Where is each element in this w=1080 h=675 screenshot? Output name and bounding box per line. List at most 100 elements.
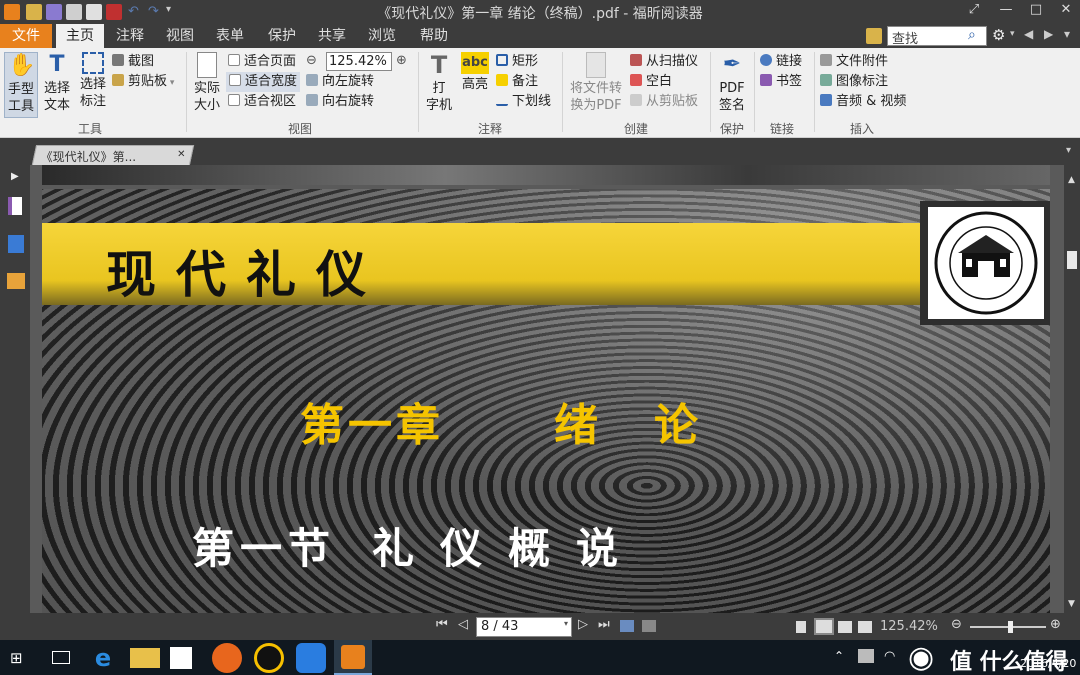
tab-protect[interactable]: 保护 [260,24,304,48]
zoom-out-icon[interactable]: ⊖ [306,53,317,68]
fit-page-icon [228,54,240,66]
page-number-input[interactable]: 8 / 43 ▾ [476,617,572,637]
close-button[interactable]: ✕ [1052,2,1080,17]
convert-to-pdf-button[interactable]: 将文件转 换为PDF [566,52,626,114]
vertical-scrollbar[interactable]: ▲ ▼ [1064,165,1080,613]
store-icon[interactable] [170,647,192,669]
document-viewport[interactable]: 现代礼仪 第一章 绪论 第一节 礼仪概说 [30,165,1064,613]
rectangle-button[interactable]: 矩形 [496,52,538,72]
tab-view[interactable]: 视图 [158,24,202,48]
fit-visible-button[interactable]: 适合视区 [228,92,296,112]
continuous-facing-icon[interactable] [858,621,872,633]
image-annotation-button[interactable]: 图像标注 [820,72,888,92]
convert-label-1: 将文件转 [569,81,622,96]
menu-file[interactable]: 文件 [0,24,52,48]
tab-close-icon[interactable]: ✕ [177,149,185,160]
blank-button[interactable]: 空白 [630,72,672,92]
tab-help[interactable]: 帮助 [412,24,456,48]
select-annotation-button[interactable]: 选择 标注 [76,52,110,110]
rotate-right-icon [306,94,318,106]
scroll-up-icon[interactable]: ▲ [1068,175,1075,185]
typewriter-button[interactable]: T 打 字机 [422,52,456,114]
tray-expand-icon[interactable]: ⌃ [834,649,844,663]
pdf-sign-button[interactable]: ✒ PDF 签名 [714,52,750,114]
chapter-title: 绪论 [554,400,754,451]
select-annotation-icon [82,52,104,74]
select-text-button[interactable]: T 选择 文本 [40,52,74,114]
zoom-combo[interactable]: 125.42% ▾ [326,52,392,82]
fit-width-button[interactable]: 适合宽度 [226,72,301,92]
tab-home[interactable]: 主页 [56,24,104,48]
document-tab[interactable]: 《现代礼仪》第... ✕ [31,145,195,165]
pages-panel-icon[interactable] [8,235,24,253]
pdf-sign-label-1: PDF [719,81,745,96]
rotate-right-button[interactable]: 向右旋转 [306,92,374,112]
gear-dropdown-icon[interactable]: ▾ [1010,29,1015,39]
comments-panel-icon[interactable] [7,273,25,289]
restore-ribbon-icon[interactable]: ⤢ [960,2,988,17]
ribbon-separator [186,52,187,132]
tab-list-icon[interactable]: ▾ [1066,145,1071,156]
edge-browser-icon[interactable]: e [88,643,118,673]
from-clipboard-button[interactable]: 从剪贴板 [630,92,698,112]
search-icon[interactable]: ⌕ [968,27,976,43]
clipboard-button[interactable]: 剪贴板 ▾ [112,72,174,92]
link-button[interactable]: 链接 [760,52,802,72]
underline-button[interactable]: 下划线 [496,92,551,112]
file-attachment-button[interactable]: 文件附件 [820,52,888,72]
tab-share[interactable]: 共享 [310,24,354,48]
zoom-slider-thumb[interactable] [1008,621,1013,633]
highlight-button[interactable]: abc 高亮 [458,52,492,93]
ribbon-next-icon[interactable]: ▶ [1044,27,1053,41]
snapshot-button[interactable]: 截图 [112,52,154,72]
ribbon-collapse-icon[interactable]: ▾ [1064,27,1070,41]
wifi-icon[interactable]: ◠ [884,649,895,664]
status-zoom-out-icon[interactable]: ⊖ [951,617,962,632]
continuous-page-icon[interactable] [814,618,834,635]
zoom-in-icon[interactable]: ⊕ [396,53,407,68]
scroll-thumb[interactable] [1067,251,1077,269]
from-scanner-button[interactable]: 从扫描仪 [630,52,698,72]
next-view-icon[interactable] [642,620,656,632]
task-view-icon[interactable] [52,651,70,664]
bookmark-panel-icon[interactable] [8,197,22,215]
attachment-icon [820,54,832,66]
actual-size-button[interactable]: 实际 大小 [190,52,224,114]
fit-page-button[interactable]: 适合页面 [228,52,296,72]
windows-start-icon[interactable]: ⊞ [10,650,26,666]
previous-page-icon[interactable]: ◁ [458,617,468,632]
maximize-button[interactable]: □ [1022,2,1050,17]
minimize-button[interactable]: — [992,2,1020,17]
status-zoom-percentage[interactable]: 125.42% [880,619,938,634]
qq-icon[interactable] [254,643,284,673]
tray-app-icon[interactable] [858,649,874,663]
tab-comment[interactable]: 注释 [108,24,152,48]
note-button[interactable]: 备注 [496,72,538,92]
last-page-icon[interactable]: ⏭ [598,617,610,632]
ribbon-prev-icon[interactable]: ◀ [1024,27,1033,41]
find-options-icon[interactable] [866,28,882,44]
rotate-left-button[interactable]: 向左旋转 [306,72,374,92]
expand-panel-icon[interactable]: ▶ [11,171,19,182]
first-page-icon[interactable]: ⏮ [436,617,448,632]
select-text-label-2: 文本 [43,98,70,113]
firefox-icon[interactable] [212,643,242,673]
single-page-icon[interactable] [796,621,806,633]
tab-browse[interactable]: 浏览 [360,24,404,48]
file-explorer-icon[interactable] [130,648,160,668]
next-page-icon[interactable]: ▷ [578,617,588,632]
status-zoom-in-icon[interactable]: ⊕ [1050,617,1061,632]
title-bar: ↶ ↷ ▾ 《现代礼仪》第一章 绪论（终稿）.pdf - 福昕阅读器 ⤢ — □… [0,0,1080,24]
scroll-down-icon[interactable]: ▼ [1068,599,1075,609]
previous-view-icon[interactable] [620,620,634,632]
watermark-logo: ◉ [908,640,935,675]
gear-icon[interactable]: ⚙ [992,26,1005,44]
taskbar-clock-date[interactable]: 2016/4/20 [1020,657,1076,670]
foxit-taskbar-button[interactable] [334,640,372,675]
hand-tool-button[interactable]: ✋ 手型 工具 [4,52,38,118]
messenger-icon[interactable] [296,643,326,673]
tab-form[interactable]: 表单 [208,24,252,48]
facing-page-icon[interactable] [838,621,852,633]
audio-video-button[interactable]: 音频 & 视频 [820,92,906,112]
bookmark-button[interactable]: 书签 [760,72,802,92]
